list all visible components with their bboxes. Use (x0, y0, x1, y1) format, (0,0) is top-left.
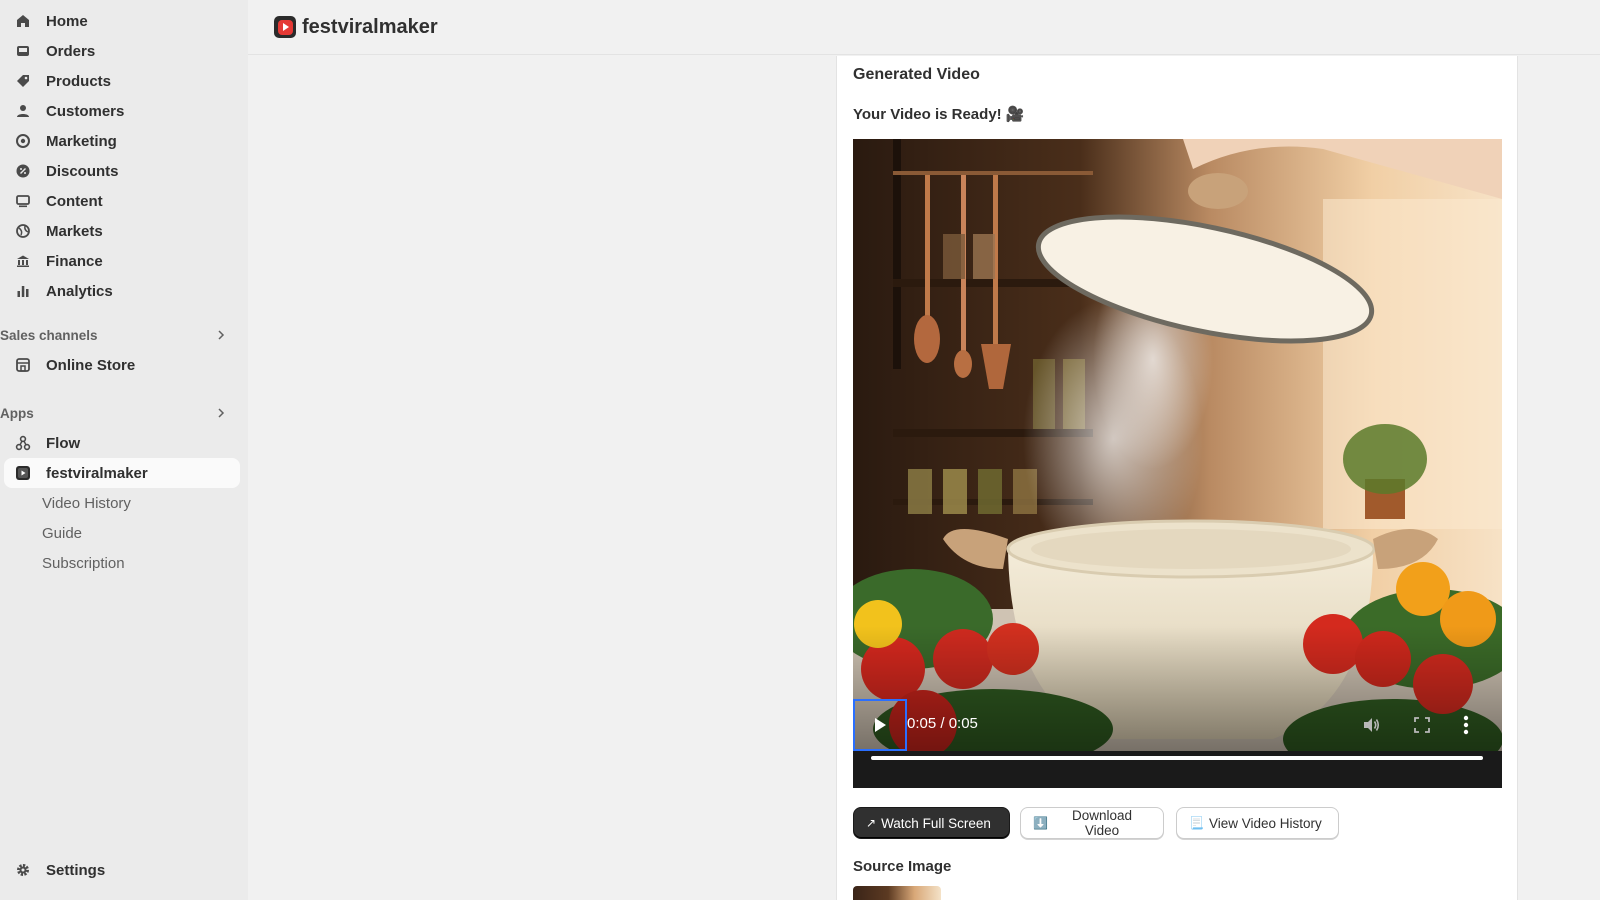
download-icon: ⬇️ (1033, 816, 1048, 830)
ready-message: Your Video is Ready! 🎥 (853, 106, 1025, 123)
sidebar-item-label: festviralmaker (46, 464, 148, 482)
video-frame-image (853, 139, 1502, 788)
sidebar-item-flow[interactable]: Flow (4, 428, 240, 458)
sidebar-item-festviralmaker[interactable]: festviralmaker (4, 458, 240, 488)
source-image-title: Source Image (853, 858, 952, 875)
volume-button[interactable] (1361, 715, 1381, 735)
sales-channels-header[interactable]: Sales channels (0, 324, 240, 346)
app-header: festviralmaker (248, 0, 1600, 55)
sidebar: Home Orders Products Customers Marketing… (0, 0, 248, 900)
app-title: festviralmaker (302, 15, 438, 38)
home-icon (14, 12, 32, 30)
sidebar-item-label: Finance (46, 252, 103, 270)
fullscreen-button[interactable] (1413, 716, 1431, 734)
watch-full-screen-button[interactable]: ↗ Watch Full Screen (853, 807, 1010, 839)
globe-icon (14, 222, 32, 240)
sidebar-item-online-store[interactable]: Online Store (4, 350, 240, 380)
tag-icon (14, 72, 32, 90)
inbox-icon (14, 42, 32, 60)
source-image-thumbnail[interactable] (853, 886, 941, 900)
gear-icon (14, 861, 32, 879)
store-icon (14, 356, 32, 374)
card-title: Generated Video (853, 66, 980, 83)
apps-header[interactable]: Apps (0, 402, 240, 424)
sidebar-item-label: Markets (46, 222, 103, 240)
sidebar-item-content[interactable]: Content (4, 186, 240, 216)
play-icon (875, 718, 886, 732)
sidebar-item-label: Home (46, 12, 88, 30)
sidebar-item-settings[interactable]: Settings (4, 855, 240, 885)
button-label: Watch Full Screen (881, 815, 991, 831)
sidebar-item-finance[interactable]: Finance (4, 246, 240, 276)
chevron-right-icon (214, 406, 228, 420)
sidebar-item-label: Discounts (46, 162, 119, 180)
sidebar-item-label: Online Store (46, 356, 136, 374)
sidebar-item-markets[interactable]: Markets (4, 216, 240, 246)
sidebar-item-analytics[interactable]: Analytics (4, 276, 240, 306)
person-icon (14, 102, 32, 120)
kebab-menu-icon (1463, 715, 1469, 735)
sidebar-subitem-label: Subscription (42, 554, 125, 572)
sidebar-subitem-label: Video History (42, 494, 131, 512)
sidebar-item-home[interactable]: Home (4, 6, 240, 36)
expand-icon: ↗ (866, 816, 877, 830)
sidebar-subitem-subscription[interactable]: Subscription (4, 548, 240, 578)
app-icon (14, 464, 32, 482)
target-icon (14, 132, 32, 150)
generated-video-card: Generated Video Your Video is Ready! 🎥 0… (836, 56, 1518, 900)
sidebar-item-label: Marketing (46, 132, 117, 150)
sidebar-subitem-guide[interactable]: Guide (4, 518, 240, 548)
sidebar-item-label: Flow (46, 434, 81, 452)
chevron-right-icon (214, 328, 228, 342)
video-player[interactable]: 0:05 / 0:05 (853, 139, 1502, 788)
sidebar-item-label: Products (46, 72, 112, 90)
button-label: Download Video (1071, 808, 1132, 838)
sidebar-subitem-video-history[interactable]: Video History (4, 488, 240, 518)
sidebar-item-customers[interactable]: Customers (4, 96, 240, 126)
bank-icon (14, 252, 32, 270)
video-progress-bar[interactable] (871, 756, 1483, 760)
sidebar-item-label: Content (46, 192, 103, 210)
discount-icon (14, 162, 32, 180)
content-icon (14, 192, 32, 210)
sidebar-subitem-label: Guide (42, 524, 83, 542)
sidebar-item-orders[interactable]: Orders (4, 36, 240, 66)
video-time: 0:05 / 0:05 (907, 715, 978, 732)
volume-icon (1364, 718, 1380, 732)
fullscreen-icon (1414, 717, 1430, 733)
app-logo-icon (274, 16, 296, 38)
sidebar-item-label: Analytics (46, 282, 113, 300)
button-label: View Video History (1208, 815, 1322, 831)
sidebar-item-label: Customers (46, 102, 125, 120)
sidebar-item-marketing[interactable]: Marketing (4, 126, 240, 156)
section-label: Apps (0, 405, 34, 421)
play-button[interactable] (853, 699, 907, 751)
sidebar-item-discounts[interactable]: Discounts (4, 156, 240, 186)
more-options-button[interactable] (1462, 714, 1470, 736)
flow-icon (14, 434, 32, 452)
download-video-button[interactable]: ⬇️ Download Video (1020, 807, 1164, 839)
document-icon: 📃 (1189, 816, 1204, 830)
sidebar-item-label: Settings (46, 861, 106, 879)
bar-chart-icon (14, 282, 32, 300)
sidebar-item-products[interactable]: Products (4, 66, 240, 96)
section-label: Sales channels (0, 327, 98, 343)
view-video-history-button[interactable]: 📃 View Video History (1176, 807, 1339, 839)
sidebar-item-label: Orders (46, 42, 96, 60)
